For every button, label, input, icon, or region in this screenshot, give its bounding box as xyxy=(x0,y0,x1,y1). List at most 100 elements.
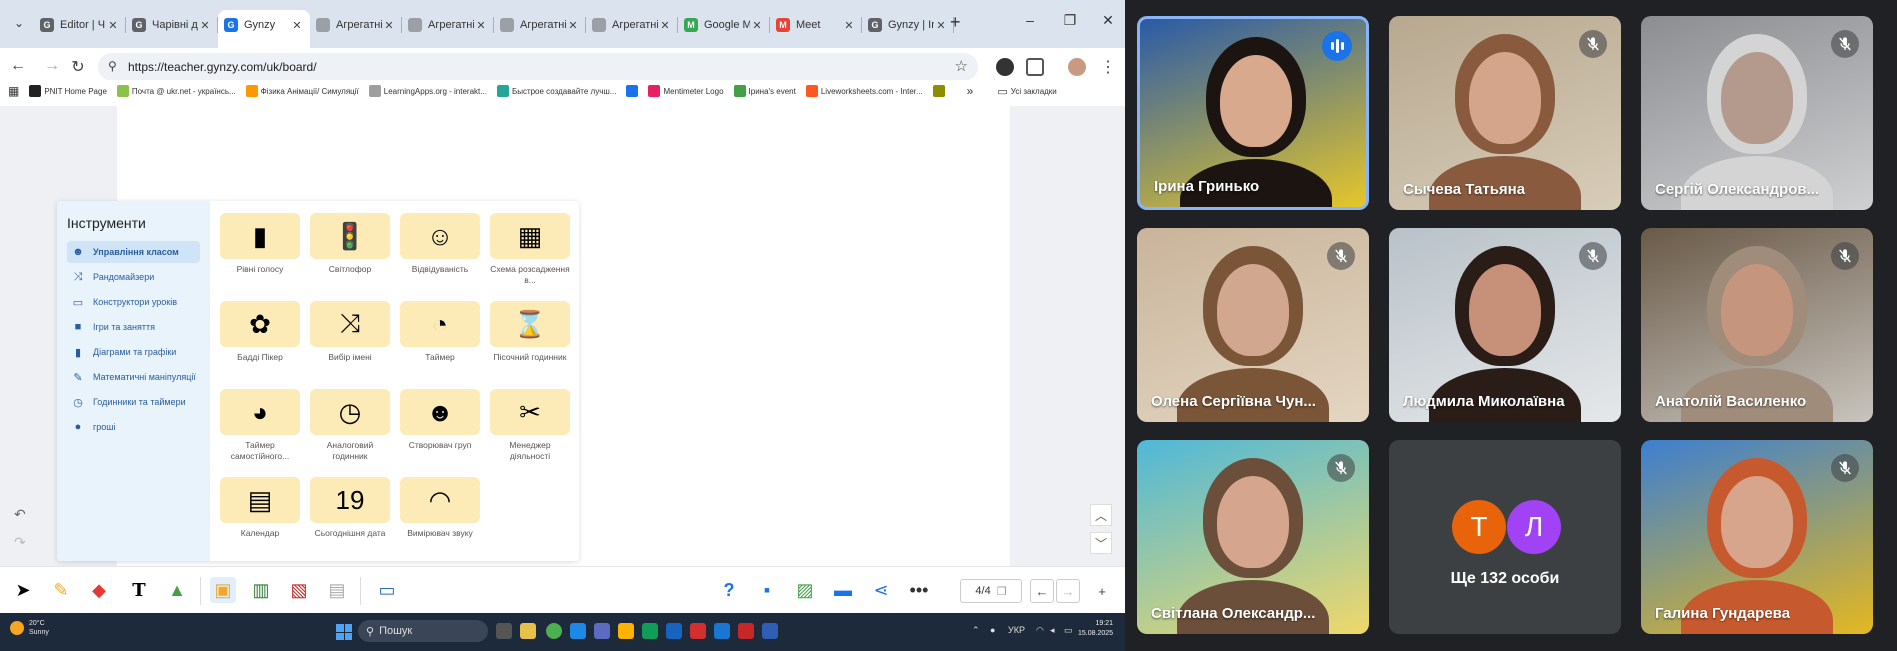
browser-tab[interactable]: Агрегатні ✕ xyxy=(586,10,678,40)
add-image-icon[interactable]: ▨ xyxy=(792,577,818,603)
page-indicator[interactable]: 4/4 ❐ xyxy=(960,579,1022,603)
extension-icon[interactable] xyxy=(996,58,1014,76)
tools-category[interactable]: ⤨ Рандомайзери xyxy=(67,266,200,288)
pointer-tool-icon[interactable]: ➤ xyxy=(10,577,36,603)
tools-category[interactable]: ■ Ігри та заняття xyxy=(67,316,200,338)
layout-icon[interactable]: ▤ xyxy=(324,577,350,603)
maximize-icon[interactable]: ❐ xyxy=(1050,12,1090,29)
participant-tile[interactable]: Галина Гундарева xyxy=(1641,440,1873,634)
profile-avatar[interactable] xyxy=(1068,58,1086,76)
participant-tile[interactable]: Ірина Гринько xyxy=(1137,16,1369,210)
screen-icon[interactable]: ▭ xyxy=(374,577,400,603)
tab-close-icon[interactable]: ✕ xyxy=(382,19,396,32)
tool-tile[interactable]: ▦ Схема розсадження в... xyxy=(490,213,570,291)
bookmark-item[interactable]: Почта @ ukr.net - українсь... xyxy=(116,85,236,97)
text-tool-icon[interactable]: T xyxy=(126,577,152,603)
url-text[interactable]: https://teacher.gynzy.com/uk/board/ xyxy=(128,60,317,74)
browser-tab[interactable]: M Google M ✕ xyxy=(678,10,770,40)
minimize-icon[interactable]: – xyxy=(1010,12,1050,28)
eraser-tool-icon[interactable]: ◆ xyxy=(86,577,112,603)
participant-tile[interactable]: Анатолій Василенко xyxy=(1641,228,1873,422)
all-bookmarks-folder[interactable]: ▭ Усі закладки xyxy=(997,85,1056,98)
volume-icon[interactable]: ◂ xyxy=(1050,625,1055,636)
tab-close-icon[interactable]: ✕ xyxy=(750,19,764,32)
save-icon[interactable]: ▪ xyxy=(754,577,780,603)
shapes-tool-icon[interactable]: ▲ xyxy=(164,577,190,603)
scroll-up-icon[interactable]: ︿ xyxy=(1090,504,1112,526)
new-tab-icon[interactable]: + xyxy=(950,12,961,33)
participant-tile[interactable]: Сергій Олександров... xyxy=(1641,16,1873,210)
tools-category[interactable]: ☻ Управління класом xyxy=(67,241,200,263)
tool-tile[interactable]: ⌛ Пісочний годинник xyxy=(490,301,570,379)
more-options-icon[interactable]: ••• xyxy=(906,577,932,603)
browser-tab[interactable]: Агрегатні ✕ xyxy=(494,10,586,40)
explorer-app-icon[interactable] xyxy=(520,623,536,639)
undo-icon[interactable]: ↶ xyxy=(14,506,26,523)
tool-tile[interactable]: ⤨ Вибір імені xyxy=(310,301,390,379)
bookmark-item[interactable]: Фізика Анімації/ Симуляції xyxy=(245,85,359,97)
media-icon[interactable]: ▧ xyxy=(286,577,312,603)
tool-tile[interactable]: ✿ Бадді Пікер xyxy=(220,301,300,379)
apps-grid-icon[interactable]: ▦ xyxy=(8,84,19,98)
tool-tile[interactable]: ✂ Менеджер діяльності xyxy=(490,389,570,467)
tools-category[interactable]: ● гроші xyxy=(67,416,200,438)
browser-tab[interactable]: G Gynzy | In ✕ xyxy=(862,10,954,40)
scroll-down-icon[interactable]: ﹀ xyxy=(1090,532,1112,554)
redo-icon[interactable]: ↷ xyxy=(14,534,26,551)
library-icon[interactable]: ▥ xyxy=(248,577,274,603)
app-icon-8[interactable] xyxy=(762,623,778,639)
battery-icon[interactable]: ▭ xyxy=(1064,625,1073,636)
next-page-icon[interactable]: → xyxy=(1056,579,1080,603)
tool-tile[interactable]: ◷ Аналоговий годинник xyxy=(310,389,390,467)
bookmark-item[interactable] xyxy=(932,85,945,97)
browser-tab[interactable]: Агрегатні ✕ xyxy=(310,10,402,40)
participant-tile[interactable]: Світлана Олександр... xyxy=(1137,440,1369,634)
tab-close-icon[interactable]: ✕ xyxy=(842,19,856,32)
browser-tab[interactable]: Агрегатні ✕ xyxy=(402,10,494,40)
task-view-icon[interactable] xyxy=(496,623,512,639)
tool-tile[interactable]: ◕ Таймер самостійного... xyxy=(220,389,300,467)
app-icon-7[interactable] xyxy=(738,623,754,639)
app-icon-3[interactable] xyxy=(642,623,658,639)
prev-page-icon[interactable]: ← xyxy=(1030,579,1054,603)
folder-app-icon[interactable] xyxy=(618,623,634,639)
tab-close-icon[interactable]: ✕ xyxy=(566,19,580,32)
browser-tab[interactable]: G Editor | Ч ✕ xyxy=(34,10,126,40)
browser-tab[interactable]: G Gynzy ✕ xyxy=(218,10,310,48)
tab-close-icon[interactable]: ✕ xyxy=(290,19,304,32)
bookmark-item[interactable]: Быстрое создавайте лучш... xyxy=(496,85,616,97)
bookmark-item[interactable] xyxy=(626,85,639,97)
app-icon-5[interactable] xyxy=(690,623,706,639)
browser-tab[interactable]: G Чарівні д ✕ xyxy=(126,10,218,40)
pen-tool-icon[interactable]: ✎ xyxy=(48,577,74,603)
participant-tile[interactable]: Сычева Татьяна xyxy=(1389,16,1621,210)
tool-tile[interactable]: ☺ Відвідуваність xyxy=(400,213,480,291)
add-page-icon[interactable]: + xyxy=(1090,579,1114,603)
share-icon[interactable]: ⋖ xyxy=(868,577,894,603)
bookmark-star-icon[interactable]: ☆ xyxy=(955,57,968,75)
close-window-icon[interactable]: ✕ xyxy=(1088,12,1125,29)
bookmark-item[interactable]: Liveworksheets.com - Inter... xyxy=(805,85,923,97)
tool-tile[interactable]: ▤ Календар xyxy=(220,477,300,555)
tool-tile[interactable]: 19 Сьогоднішня дата xyxy=(310,477,390,555)
app-icon-4[interactable] xyxy=(666,623,682,639)
tool-tile[interactable]: ☻ Створювач груп xyxy=(400,389,480,467)
taskbar-search[interactable]: ⚲ Пошук xyxy=(358,620,488,642)
browser-tab[interactable]: M Meet ✕ xyxy=(770,10,862,40)
app-icon-2[interactable] xyxy=(594,623,610,639)
back-icon[interactable]: ← xyxy=(8,57,28,75)
help-icon[interactable]: ? xyxy=(716,577,742,603)
tool-tile[interactable]: ◔ Таймер xyxy=(400,301,480,379)
wifi-icon[interactable]: ◠ xyxy=(1036,625,1044,636)
bookmark-item[interactable]: LearningApps.org - interakt... xyxy=(368,85,487,97)
tools-category[interactable]: ◷ Годинники та таймери xyxy=(67,391,200,413)
participant-tile[interactable]: Людмила Миколаївна xyxy=(1389,228,1621,422)
site-info-icon[interactable]: ⚲ xyxy=(108,59,117,73)
tool-tile[interactable]: ◠ Вимірювач звуку xyxy=(400,477,480,555)
open-folder-icon[interactable]: ▬ xyxy=(830,577,856,603)
bookmarks-overflow-icon[interactable]: » xyxy=(967,84,974,98)
tool-tile[interactable]: 🚦 Світлофор xyxy=(310,213,390,291)
more-participants-tile[interactable]: Т Л Ще 132 особи xyxy=(1389,440,1621,634)
bookmark-item[interactable]: Mentimeter Logo xyxy=(648,85,724,97)
bookmark-item[interactable]: PNIT Home Page xyxy=(29,85,107,97)
